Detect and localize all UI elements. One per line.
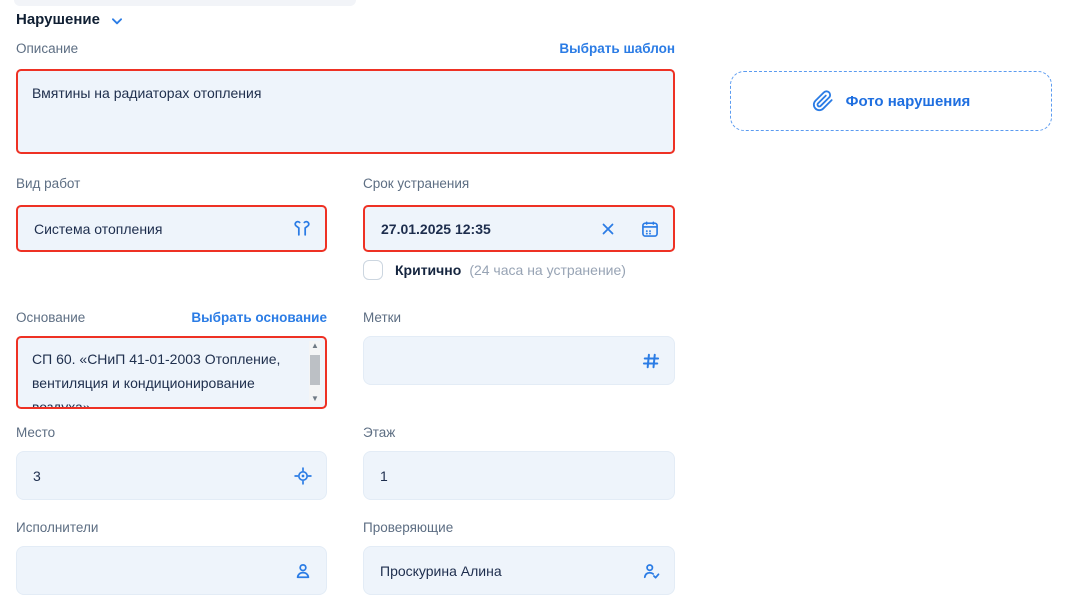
description-textarea[interactable]: Вмятины на радиаторах отопления xyxy=(16,69,675,154)
choose-basis-link[interactable]: Выбрать основание xyxy=(191,310,327,325)
critical-checkbox[interactable] xyxy=(363,260,383,280)
crosshair-locate-icon[interactable] xyxy=(290,463,316,489)
calendar-icon[interactable] xyxy=(637,216,663,242)
place-label: Место xyxy=(16,425,55,440)
basis-label: Основание xyxy=(16,310,85,325)
photo-upload-label: Фото нарушения xyxy=(846,93,971,110)
description-label: Описание xyxy=(16,41,78,56)
clipped-element-above xyxy=(14,0,356,6)
deadline-field[interactable] xyxy=(363,205,675,252)
basis-textarea[interactable]: СП 60. «СНиП 41-01-2003 Отопление, венти… xyxy=(16,336,327,409)
scroll-up-icon[interactable]: ▲ xyxy=(311,341,319,351)
description-value: Вмятины на радиаторах отопления xyxy=(32,81,659,105)
executors-field[interactable] xyxy=(16,546,327,595)
executors-label: Исполнители xyxy=(16,520,98,535)
place-field[interactable] xyxy=(16,451,327,500)
hash-icon[interactable] xyxy=(638,348,664,374)
scrollbar-thumb[interactable] xyxy=(310,355,320,385)
tags-input[interactable] xyxy=(364,337,638,384)
inspectors-label: Проверяющие xyxy=(363,520,453,535)
inspectors-field[interactable] xyxy=(363,546,675,595)
work-type-field[interactable] xyxy=(16,205,327,252)
person-check-icon[interactable] xyxy=(638,558,664,584)
basis-value: СП 60. «СНиП 41-01-2003 Отопление, венти… xyxy=(32,347,303,407)
place-input[interactable] xyxy=(17,452,290,499)
tags-field[interactable] xyxy=(363,336,675,385)
section-header: Нарушение xyxy=(16,11,124,28)
section-title: Нарушение xyxy=(16,11,100,28)
chevron-down-icon[interactable] xyxy=(110,14,124,28)
deadline-input[interactable] xyxy=(365,207,595,250)
inspectors-input[interactable] xyxy=(364,547,638,594)
floor-input[interactable] xyxy=(364,452,674,499)
basis-scrollbar[interactable]: ▲ ▼ xyxy=(309,341,321,404)
choose-template-link[interactable]: Выбрать шаблон xyxy=(559,41,675,56)
deadline-label: Срок устранения xyxy=(363,176,469,191)
paperclip-icon xyxy=(812,90,834,112)
person-icon[interactable] xyxy=(290,558,316,584)
wrench-icon[interactable] xyxy=(289,216,315,242)
work-type-input[interactable] xyxy=(18,207,289,250)
critical-hint: (24 часа на устранение) xyxy=(469,262,626,278)
scroll-down-icon[interactable]: ▼ xyxy=(311,394,319,404)
critical-label: Критично xyxy=(395,262,461,278)
tags-label: Метки xyxy=(363,310,401,325)
floor-field[interactable] xyxy=(363,451,675,500)
work-type-label: Вид работ xyxy=(16,176,80,191)
floor-label: Этаж xyxy=(363,425,395,440)
photo-upload-button[interactable]: Фото нарушения xyxy=(730,71,1052,131)
executors-input[interactable] xyxy=(17,547,290,594)
clear-x-icon[interactable] xyxy=(595,216,621,242)
